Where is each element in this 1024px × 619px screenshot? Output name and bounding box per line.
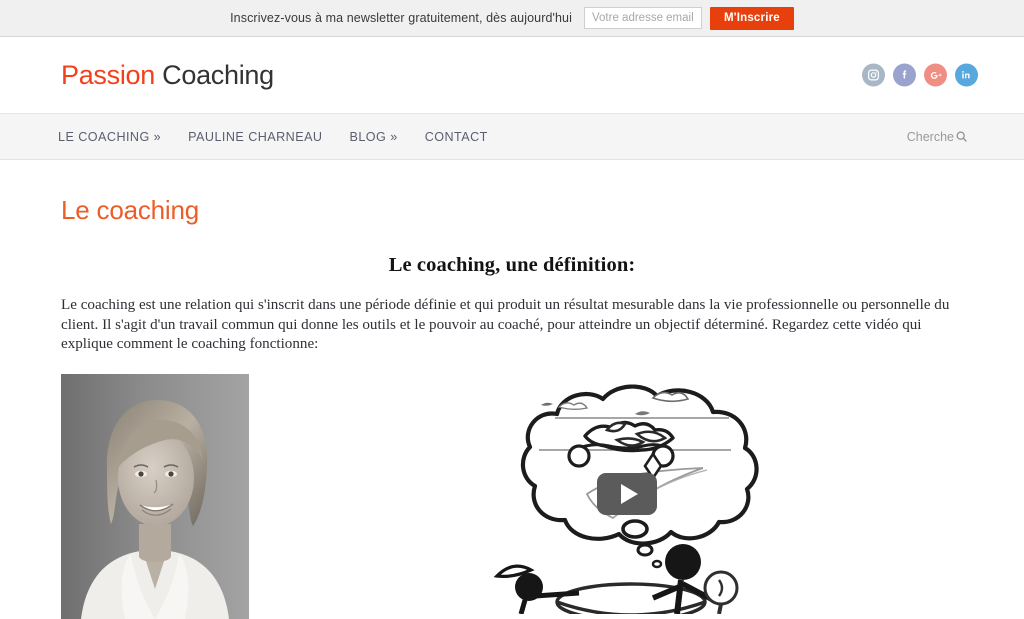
search-icon[interactable] [955, 130, 968, 143]
linkedin-icon[interactable] [955, 63, 978, 87]
nav-item-blog[interactable]: BLOG » [349, 130, 397, 144]
nav-item-le-coaching[interactable]: LE COACHING » [58, 130, 161, 144]
site-header: Passion Coaching [0, 37, 1024, 113]
newsletter-email-input[interactable] [584, 7, 702, 29]
portrait-photo [61, 373, 249, 619]
social-links [862, 63, 978, 87]
googleplus-icon[interactable] [924, 63, 947, 87]
facebook-icon[interactable] [893, 63, 916, 87]
play-triangle-icon [620, 483, 638, 504]
video-thumbnail[interactable] [467, 373, 787, 614]
search-label: Cherche [906, 129, 954, 144]
page-content: Le coaching Le coaching, une définition:… [0, 195, 1024, 619]
instagram-icon[interactable] [862, 63, 885, 87]
body-paragraph: Le coaching est une relation qui s'inscr… [61, 297, 950, 352]
section-heading: Le coaching, une définition: [388, 254, 636, 276]
page-title: Le coaching [61, 195, 200, 225]
main-navigation: LE COACHING » PAULINE CHARNEAU BLOG » CO… [0, 113, 1024, 160]
video-play-button[interactable] [597, 472, 657, 515]
newsletter-submit-button[interactable]: M'Inscrire [710, 6, 794, 30]
nav-item-contact[interactable]: CONTACT [425, 130, 488, 144]
logo-word-coaching: Coaching [162, 59, 274, 90]
media-row [61, 373, 963, 619]
newsletter-banner: Inscrivez-vous à ma newsletter gratuitem… [0, 0, 1024, 37]
newsletter-text: Inscrivez-vous à ma newsletter gratuitem… [230, 11, 572, 25]
search-toggle[interactable]: Cherche [907, 130, 968, 144]
site-logo[interactable]: Passion Coaching [61, 59, 274, 90]
nav-item-list: LE COACHING » PAULINE CHARNEAU BLOG » CO… [58, 130, 488, 144]
logo-word-passion: Passion [61, 59, 155, 90]
nav-item-pauline-charneau[interactable]: PAULINE CHARNEAU [188, 130, 322, 144]
